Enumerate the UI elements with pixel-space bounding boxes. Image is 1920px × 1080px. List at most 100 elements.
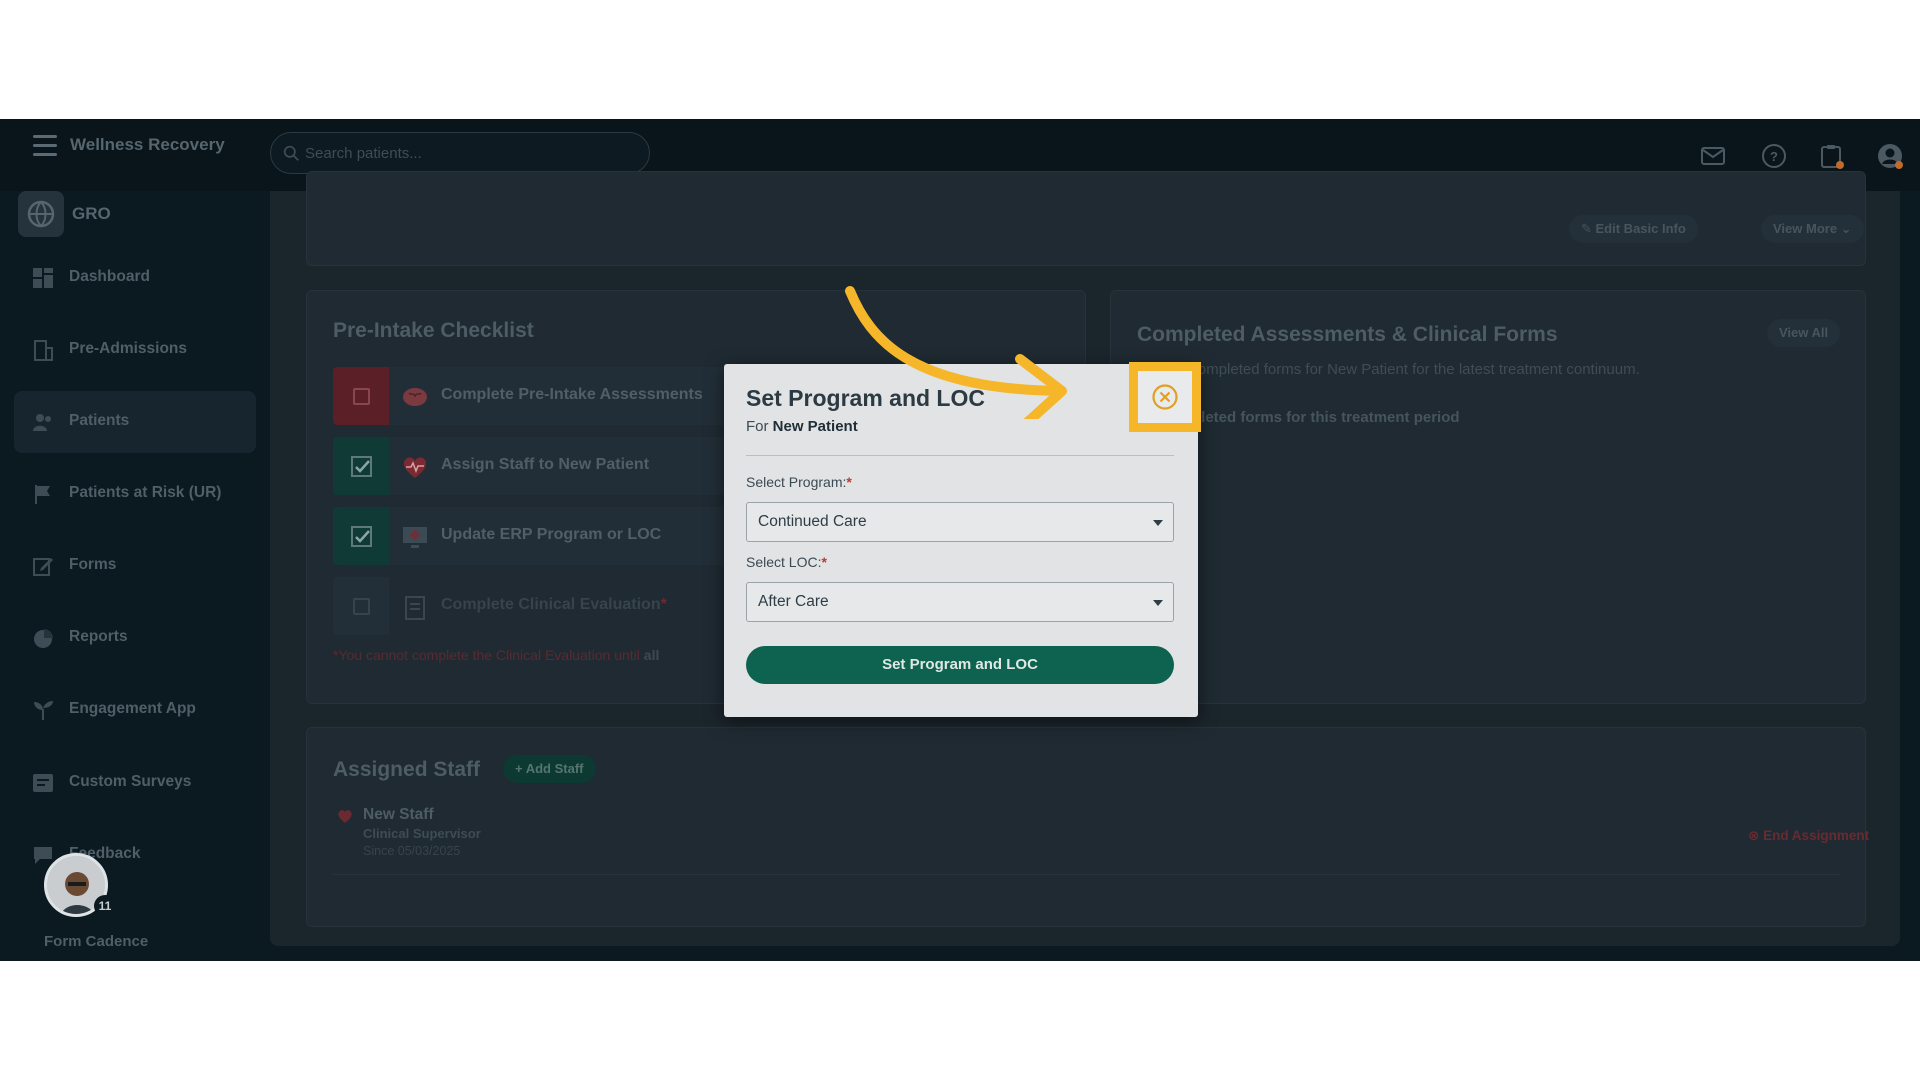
- caret-down-icon: [1153, 600, 1163, 606]
- subtitle-patient-name: New Patient: [772, 418, 858, 435]
- divider: [746, 455, 1174, 456]
- sidebar-item-reports[interactable]: Reports: [14, 607, 256, 669]
- pre-intake-title: Pre-Intake Checklist: [333, 319, 534, 342]
- dashboard-icon: [33, 268, 53, 288]
- divider: [333, 874, 1841, 875]
- completed-description: Last 10 completed forms for New Patient …: [1137, 361, 1640, 378]
- checklist-item[interactable]: Complete Pre-Intake Assessments: [333, 367, 733, 425]
- checkmark-icon: [351, 526, 372, 547]
- app-screen: Wellness Recovery ? GRO Dashboard Pre-Ad…: [0, 119, 1920, 961]
- required-mark: *: [846, 474, 852, 490]
- sidebar-item-forms[interactable]: Forms: [14, 535, 256, 597]
- sidebar-item-custom-surveys[interactable]: Custom Surveys: [14, 752, 256, 814]
- sidebar-item-label: Custom Surveys: [69, 773, 192, 790]
- feedback-icon: [34, 847, 52, 864]
- heart-icon: [338, 810, 352, 823]
- view-more-button[interactable]: View More ⌄: [1761, 215, 1864, 243]
- loc-label-text: Select LOC:: [746, 554, 822, 570]
- sidebar-item-label: Patients: [69, 412, 130, 429]
- completed-assessments-card: Completed Assessments & Clinical Forms V…: [1110, 290, 1866, 704]
- close-button-highlight: [1129, 362, 1201, 432]
- program-label: Select Program:*: [746, 474, 852, 490]
- add-staff-button[interactable]: + Add Staff: [503, 755, 596, 783]
- sidebar-item-label: Pre-Admissions: [69, 340, 188, 357]
- assigned-staff-card: Assigned Staff + Add Staff New Staff Cli…: [306, 727, 1869, 927]
- program-select-value: Continued Care: [758, 513, 867, 530]
- assigned-staff-title: Assigned Staff: [333, 758, 481, 781]
- set-program-and-loc-button[interactable]: Set Program and LOC: [746, 646, 1174, 684]
- checklist-item[interactable]: Update ERP Program or LOC: [333, 507, 733, 565]
- checklist-item[interactable]: Complete Clinical Evaluation*: [333, 577, 733, 635]
- loc-select[interactable]: After Care: [746, 582, 1174, 622]
- building-icon: [34, 340, 53, 361]
- search-input[interactable]: [305, 142, 625, 164]
- patient-header-card: ✎ Edit Basic Info View More ⌄: [306, 171, 1866, 266]
- program-select[interactable]: Continued Care: [746, 502, 1174, 542]
- search-icon: [283, 145, 299, 161]
- annotation-arrow-icon: [845, 286, 1067, 419]
- program-label-text: Select Program:: [746, 474, 847, 490]
- sidebar-item-label: Dashboard: [69, 268, 150, 285]
- chevron-down-icon: ⌄: [1837, 221, 1852, 236]
- view-all-button[interactable]: View All: [1767, 319, 1841, 347]
- clinical-evaluation-note: *You cannot complete the Clinical Evalua…: [333, 647, 659, 663]
- checkmark-icon: [351, 456, 372, 477]
- clipboard-icon: [405, 596, 425, 620]
- monitor-medical-icon: [403, 527, 427, 548]
- edit-basic-info-button[interactable]: ✎ Edit Basic Info: [1569, 215, 1698, 243]
- edit-icon: ✎: [1581, 221, 1596, 236]
- flag-icon: [35, 485, 50, 504]
- sidebar-item-pre-admissions[interactable]: Pre-Admissions: [14, 319, 256, 381]
- checkbox[interactable]: [333, 577, 389, 635]
- sidebar-item-patients-at-risk[interactable]: Patients at Risk (UR): [14, 463, 256, 525]
- mail-icon[interactable]: [1700, 143, 1726, 169]
- sidebar-item-label: Forms: [69, 556, 117, 573]
- view-more-label: View More: [1773, 221, 1838, 236]
- clipboard-icon[interactable]: [1818, 143, 1844, 169]
- checklist-item-label: Assign Staff to New Patient: [441, 456, 650, 473]
- search-bar[interactable]: [270, 132, 650, 174]
- help-icon[interactable]: ?: [1761, 143, 1787, 169]
- checkbox-checked[interactable]: [333, 507, 389, 565]
- pie-chart-icon: [34, 629, 53, 648]
- form-cadence-count-badge: 11: [94, 895, 116, 917]
- sidebar-item-dashboard[interactable]: Dashboard: [14, 247, 256, 309]
- checklist-item-text: Complete Clinical Evaluation: [441, 596, 661, 613]
- completed-assessments-title: Completed Assessments & Clinical Forms: [1137, 323, 1558, 346]
- menu-icon[interactable]: [33, 135, 57, 157]
- note-text: *You cannot complete the Clinical Evalua…: [333, 647, 640, 663]
- user-avatar-icon[interactable]: [1877, 143, 1903, 169]
- staff-role: Clinical Supervisor: [363, 826, 481, 841]
- end-assignment-button[interactable]: ⊗ End Assignment: [1748, 828, 1869, 844]
- sidebar-item-label: Patients at Risk (UR): [69, 484, 222, 501]
- note-bold: all: [643, 647, 660, 663]
- caret-down-icon: [1153, 520, 1163, 526]
- heart-pulse-icon: [403, 457, 427, 478]
- edit-icon: [33, 558, 53, 576]
- org-name: GRO: [72, 204, 111, 223]
- loc-label: Select LOC:*: [746, 554, 827, 570]
- sidebar-item-patients[interactable]: Patients: [14, 391, 256, 453]
- loc-select-value: After Care: [758, 593, 829, 610]
- close-button[interactable]: [1138, 371, 1192, 423]
- users-icon: [33, 414, 51, 431]
- checklist-item-label: Complete Pre-Intake Assessments: [441, 386, 703, 403]
- checkbox-checked[interactable]: [333, 437, 389, 495]
- checklist-item[interactable]: Assign Staff to New Patient: [333, 437, 733, 495]
- subtitle-prefix: For: [746, 418, 769, 435]
- edit-basic-info-label: Edit Basic Info: [1595, 221, 1686, 236]
- survey-icon: [33, 774, 53, 792]
- modal-subtitle: For New Patient: [746, 418, 858, 435]
- form-cadence-label[interactable]: Form Cadence: [44, 933, 148, 950]
- checklist-item-label: Complete Clinical Evaluation*: [441, 596, 667, 613]
- sidebar-item-label: Engagement App: [69, 700, 196, 717]
- org-logo: [18, 191, 64, 237]
- close-circle-icon: ⊗: [1748, 828, 1764, 843]
- sidebar: GRO Dashboard Pre-Admissions Patients Pa…: [0, 191, 270, 961]
- sprout-icon: [34, 701, 53, 720]
- svg-text:?: ?: [1770, 149, 1778, 164]
- close-circle-icon: [1152, 384, 1178, 410]
- org-switcher[interactable]: GRO: [18, 191, 248, 237]
- checkbox[interactable]: [333, 367, 389, 425]
- sidebar-item-engagement-app[interactable]: Engagement App: [14, 679, 256, 741]
